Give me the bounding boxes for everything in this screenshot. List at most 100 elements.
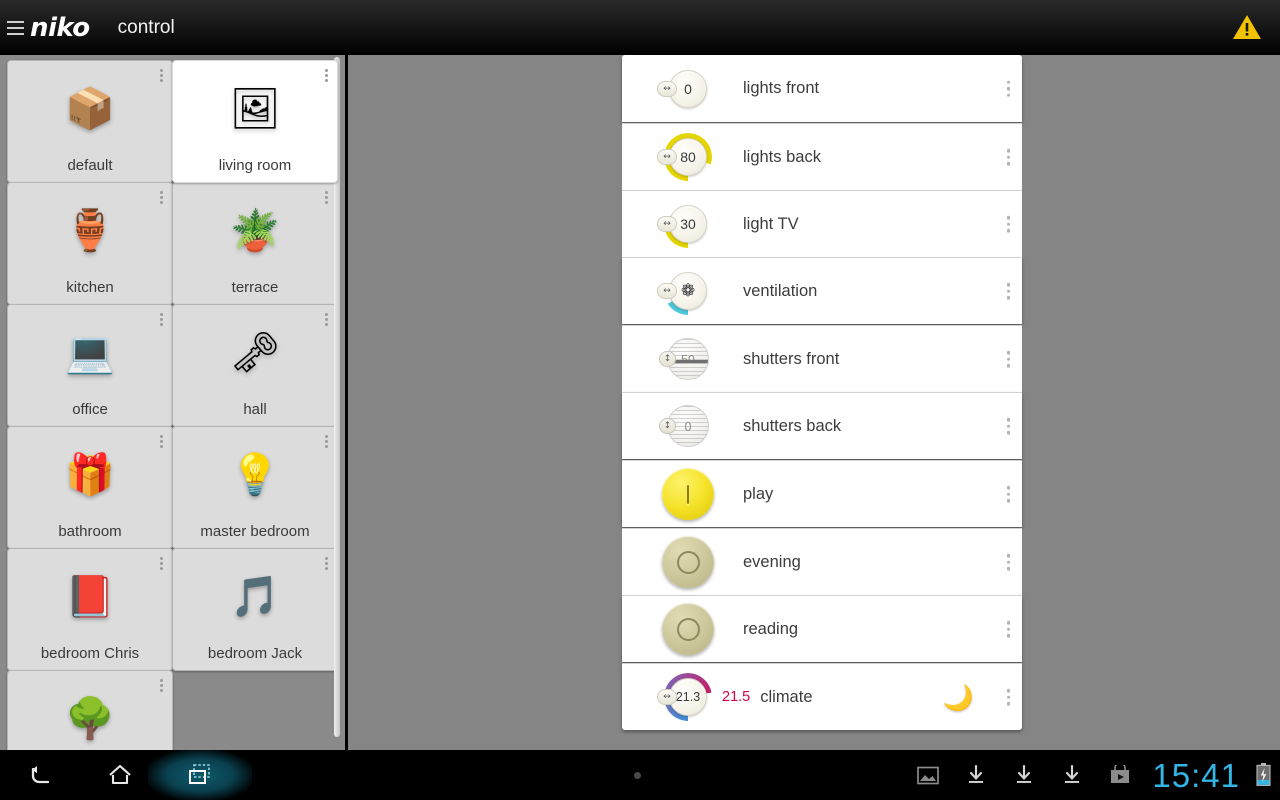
- tile-overflow-icon[interactable]: [160, 557, 163, 570]
- three-dot-overflow-icon[interactable]: [1006, 485, 1010, 503]
- dial-drag-handle-icon[interactable]: ↔: [657, 283, 677, 299]
- three-dot-overflow-icon[interactable]: [1006, 148, 1010, 166]
- device-row[interactable]: ❁ ↔ ventilation: [622, 257, 1022, 324]
- download-icon[interactable]: [1000, 750, 1048, 800]
- tile-overflow-icon[interactable]: [325, 69, 328, 82]
- dial-value: 21.3: [675, 690, 701, 704]
- dial-value: 30: [680, 216, 696, 232]
- download-icon[interactable]: [1048, 750, 1096, 800]
- device-label: lights front: [743, 79, 820, 97]
- device-label: play: [743, 484, 774, 503]
- device-row[interactable]: 0 ↔ lights front: [622, 55, 1022, 122]
- device-label: evening: [743, 552, 801, 571]
- device-row[interactable]: 50↕ shutters front: [622, 325, 1022, 392]
- location-tile-bedroom-Jack[interactable]: 🎵 bedroom Jack: [172, 548, 338, 671]
- location-tile-living-room[interactable]: 🖼 living room: [172, 60, 338, 183]
- location-tile-label: bedroom Chris: [40, 645, 140, 662]
- dial-value: 0: [684, 80, 692, 97]
- tile-overflow-icon[interactable]: [160, 69, 163, 82]
- three-dot-overflow-icon[interactable]: [1006, 215, 1010, 233]
- location-sidebar: 📦 default 🖼 living room 🏺 kitchen 🪴 terrace 💻 off…: [0, 55, 348, 750]
- dimmer-dial-icon[interactable]: 30 ↔: [652, 196, 714, 252]
- tile-overflow-icon[interactable]: [160, 679, 163, 692]
- device-row[interactable]: 21.3 ↔ 21.5 climate 🌙: [622, 663, 1022, 730]
- location-tile-bathroom[interactable]: 🎁 bathroom: [7, 426, 173, 549]
- three-dot-overflow-icon[interactable]: [1006, 553, 1010, 571]
- box-icon: 📦: [65, 86, 115, 132]
- location-tile-label: bathroom: [58, 523, 122, 540]
- shutter-dial-icon[interactable]: 50↕: [652, 331, 714, 387]
- device-row[interactable]: evening: [622, 528, 1022, 595]
- vase-icon: 🏺: [65, 208, 115, 254]
- back-arrow-icon[interactable]: [0, 750, 80, 800]
- location-tile-unnamed[interactable]: 🌳: [7, 670, 173, 750]
- system-nav-bar: 15:41: [0, 750, 1280, 800]
- three-dot-overflow-icon[interactable]: [1006, 688, 1010, 706]
- dimmer-dial-icon[interactable]: 0 ↔: [652, 61, 714, 117]
- battery-charging-icon[interactable]: [1252, 750, 1274, 800]
- dimmer-dial-icon[interactable]: 80 ↔: [652, 129, 714, 185]
- device-label: climate: [760, 687, 813, 706]
- scene-button-off-icon[interactable]: [652, 601, 714, 657]
- tile-overflow-icon[interactable]: [325, 557, 328, 570]
- device-label: light TV: [743, 214, 799, 233]
- image-icon[interactable]: [904, 750, 952, 800]
- thermostat-dial-icon[interactable]: 21.3 ↔: [652, 669, 714, 725]
- location-tile-hall[interactable]: 🗝 hall: [172, 304, 338, 427]
- status-icon-tray: 15:41: [904, 750, 1280, 800]
- location-tile-label: office: [72, 401, 108, 418]
- three-dot-overflow-icon[interactable]: [1006, 350, 1010, 368]
- dial-drag-handle-icon[interactable]: ↔: [657, 216, 677, 232]
- device-label: shutters front: [743, 349, 840, 368]
- shutter-drag-handle-icon[interactable]: ↕: [659, 351, 676, 367]
- device-row[interactable]: 80 ↔ lights back: [622, 123, 1022, 190]
- location-tile-label: default: [67, 157, 113, 174]
- scene-button-on-icon[interactable]: [652, 466, 714, 522]
- three-dot-overflow-icon[interactable]: [1006, 80, 1010, 97]
- shutter-drag-handle-icon[interactable]: ↕: [659, 418, 676, 434]
- dial-value: 80: [680, 149, 696, 165]
- laptop-icon: 💻: [65, 330, 115, 376]
- dial-drag-handle-icon[interactable]: ↔: [657, 149, 677, 165]
- location-tile-default[interactable]: 📦 default: [7, 60, 173, 183]
- location-tile-label: kitchen: [66, 279, 114, 296]
- tile-overflow-icon[interactable]: [160, 313, 163, 326]
- location-tile-bedroom-Chris[interactable]: 📕 bedroom Chris: [7, 548, 173, 671]
- device-row[interactable]: play: [622, 460, 1022, 527]
- device-label: lights back: [743, 147, 821, 166]
- fan-dial-icon[interactable]: ❁ ↔: [652, 263, 714, 319]
- location-tile-grid: 📦 default 🖼 living room 🏺 kitchen 🪴 terrace 💻 off…: [7, 60, 340, 750]
- device-row[interactable]: reading: [622, 595, 1022, 662]
- tile-overflow-icon[interactable]: [325, 313, 328, 326]
- keys-icon: 🗝: [229, 330, 281, 376]
- moon-icon[interactable]: 🌙: [943, 685, 974, 710]
- shutter-dial-icon[interactable]: 0 ↕: [652, 398, 714, 454]
- fan-blade-icon: ❁: [680, 280, 696, 301]
- location-tile-terrace[interactable]: 🪴 terrace: [172, 182, 338, 305]
- device-row[interactable]: 0 ↕ shutters back: [622, 392, 1022, 459]
- hamburger-icon[interactable]: [2, 0, 28, 55]
- device-label: reading: [743, 619, 799, 638]
- tile-overflow-icon[interactable]: [325, 435, 328, 448]
- three-dot-overflow-icon[interactable]: [1006, 417, 1010, 435]
- location-tile-office[interactable]: 💻 office: [7, 304, 173, 427]
- tile-overflow-icon[interactable]: [325, 191, 328, 204]
- download-icon[interactable]: [952, 750, 1000, 800]
- location-tile-kitchen[interactable]: 🏺 kitchen: [7, 182, 173, 305]
- dial-drag-handle-icon[interactable]: ↔: [657, 80, 677, 97]
- dial-drag-handle-icon[interactable]: ↔: [657, 689, 677, 705]
- tile-overflow-icon[interactable]: [160, 191, 163, 204]
- play-store-icon[interactable]: [1096, 750, 1144, 800]
- warning-triangle-icon[interactable]: [1232, 13, 1262, 41]
- location-tile-label: master bedroom: [200, 523, 310, 540]
- scene-button-off-icon[interactable]: [652, 534, 714, 590]
- recent-apps-icon[interactable]: [160, 750, 240, 800]
- framed-picture-icon: 🖼: [229, 86, 281, 132]
- location-tile-master-bedroom[interactable]: 💡 master bedroom: [172, 426, 338, 549]
- tile-overflow-icon[interactable]: [160, 435, 163, 448]
- three-dot-overflow-icon[interactable]: [1006, 620, 1010, 638]
- page-title: control: [117, 16, 175, 38]
- device-row[interactable]: 30 ↔ light TV: [622, 190, 1022, 257]
- three-dot-overflow-icon[interactable]: [1006, 282, 1010, 300]
- gift-icon: 🎁: [65, 452, 115, 498]
